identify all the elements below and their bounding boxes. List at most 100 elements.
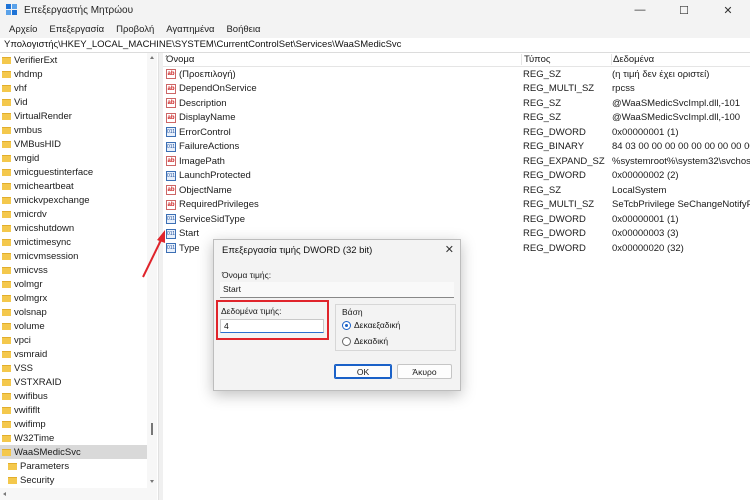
menu-favorites[interactable]: Αγαπημένα: [160, 24, 220, 35]
dialog-close-icon[interactable]: ✕: [445, 243, 454, 256]
address-bar[interactable]: Υπολογιστής\HKEY_LOCAL_MACHINE\SYSTEM\Cu…: [0, 38, 750, 53]
tree-item[interactable]: vwififlt: [0, 403, 147, 417]
scroll-left-icon[interactable]: [3, 492, 6, 496]
tree-item[interactable]: WaaSMedicSvc: [0, 445, 147, 459]
value-name-cell: ab DisplayName: [163, 112, 521, 123]
value-row[interactable]: 011 LaunchProtected REG_DWORD 0x00000002 (2…: [163, 169, 750, 184]
radio-decimal[interactable]: Δεκαδική: [342, 336, 388, 346]
value-row[interactable]: ab Description REG_SZ @WaaSMedicSvcImpl.dll…: [163, 96, 750, 111]
value-data-input[interactable]: [220, 319, 324, 333]
tree-item[interactable]: vpci: [0, 333, 147, 347]
header-name[interactable]: Όνομα: [163, 54, 521, 65]
value-type: REG_DWORD: [523, 242, 586, 254]
tree-item[interactable]: volsnap: [0, 305, 147, 319]
menu-help[interactable]: Βοήθεια: [220, 24, 266, 35]
radio-dec-label: Δεκαδική: [354, 336, 389, 346]
base-label: Βάση: [342, 307, 363, 317]
scroll-down-icon[interactable]: [150, 480, 154, 483]
maximize-button[interactable]: ☐: [662, 0, 706, 20]
value-name-cell: 011 Start: [163, 228, 521, 239]
menu-edit[interactable]: Επεξεργασία: [43, 24, 110, 35]
tree-item[interactable]: vmickvpexchange: [0, 193, 147, 207]
tree-item[interactable]: vmgid: [0, 151, 147, 165]
tree-item[interactable]: vmicvmsession: [0, 249, 147, 263]
radio-selected-icon[interactable]: [342, 320, 351, 330]
radio-hexadecimal[interactable]: Δεκαεξαδική: [342, 320, 400, 330]
value-row[interactable]: ab DisplayName REG_SZ @WaaSMedicSvcImpl.dll…: [163, 111, 750, 126]
value-data: 0x00000003 (3): [612, 228, 679, 240]
folder-icon: [2, 112, 11, 120]
value-row[interactable]: 011 FailureActions REG_BINARY 84 03 00 00 0…: [163, 140, 750, 155]
folder-icon: [2, 294, 11, 302]
tree-item-label: VSTXRAID: [14, 376, 62, 388]
value-name-field: Start: [220, 282, 454, 298]
tree-item[interactable]: Vid: [0, 95, 147, 109]
tree-item-label: vhf: [14, 82, 27, 94]
value-data: SeTcbPrivilege SeChangeNotifyPrivilege: [612, 199, 750, 211]
folder-icon: [2, 56, 11, 64]
value-row[interactable]: ab ObjectName REG_SZ LocalSystem: [163, 183, 750, 198]
tree-item[interactable]: volmgr: [0, 277, 147, 291]
menu-view[interactable]: Προβολή: [110, 24, 160, 35]
string-value-icon: ab: [166, 83, 176, 94]
tree-item[interactable]: VerifierExt: [0, 53, 147, 67]
tree-item[interactable]: vmicvss: [0, 263, 147, 277]
tree-item[interactable]: volmgrx: [0, 291, 147, 305]
tree-item-label: volmgrx: [14, 292, 48, 304]
tree-item[interactable]: W32Time: [0, 431, 147, 445]
tree-child-item[interactable]: Security: [0, 473, 147, 487]
tree-item-label: vmicvss: [14, 264, 48, 276]
scroll-up-icon[interactable]: [150, 56, 154, 59]
ok-button[interactable]: OK: [334, 364, 392, 379]
tree-item[interactable]: volume: [0, 319, 147, 333]
tree-item[interactable]: vmicrdv: [0, 207, 147, 221]
folder-icon: [2, 448, 11, 456]
tree-item[interactable]: VMBusHID: [0, 137, 147, 151]
string-value-icon: ab: [166, 185, 176, 196]
tree-item[interactable]: vhf: [0, 81, 147, 95]
menu-file[interactable]: Αρχείο: [3, 24, 43, 35]
cancel-button[interactable]: Άκυρο: [397, 364, 452, 379]
header-data[interactable]: Δεδομένα: [611, 54, 750, 65]
tree-item[interactable]: vwifibus: [0, 389, 147, 403]
value-row[interactable]: ab (Προεπιλογή) REG_SZ (η τιμή δεν έχει ορι…: [163, 67, 750, 82]
tree-item[interactable]: VSS: [0, 361, 147, 375]
tree-item[interactable]: vsmraid: [0, 347, 147, 361]
edit-dword-dialog: Επεξεργασία τιμής DWORD (32 bit) ✕ Όνομα…: [213, 239, 461, 391]
value-row[interactable]: 011 ServiceSidType REG_DWORD 0x00000001 (1): [163, 212, 750, 227]
tree-item-label: volsnap: [14, 306, 47, 318]
tree-item[interactable]: vmbus: [0, 123, 147, 137]
tree-item-label: vhdmp: [14, 68, 43, 80]
value-row[interactable]: ab RequiredPrivileges REG_MULTI_SZ SeTcbPri…: [163, 198, 750, 213]
tree-item[interactable]: vhdmp: [0, 67, 147, 81]
tree-horizontal-scrollbar[interactable]: [0, 488, 157, 500]
value-row[interactable]: 011 ErrorControl REG_DWORD 0x00000001 (1): [163, 125, 750, 140]
folder-icon: [2, 210, 11, 218]
tree-item[interactable]: vmicguestinterface: [0, 165, 147, 179]
value-name-cell: 011 ServiceSidType: [163, 214, 521, 225]
folder-icon: [2, 434, 11, 442]
value-row[interactable]: ab ImagePath REG_EXPAND_SZ %systemroot%\sys…: [163, 154, 750, 169]
value-type: REG_SZ: [523, 184, 562, 196]
tree-item[interactable]: VSTXRAID: [0, 375, 147, 389]
tree-item[interactable]: VirtualRender: [0, 109, 147, 123]
scroll-thumb[interactable]: [151, 423, 153, 435]
tree-item[interactable]: vwifimp: [0, 417, 147, 431]
radio-unselected-icon[interactable]: [342, 336, 351, 346]
tree-item[interactable]: vmicheartbeat: [0, 179, 147, 193]
radio-hex-label: Δεκαεξαδική: [354, 320, 401, 330]
tree-item[interactable]: vmictimesync: [0, 235, 147, 249]
key-tree[interactable]: VerifierExt vhdmp vhf Vid VirtualRender vmbus…: [0, 53, 147, 488]
tree-item-label: vsmraid: [14, 348, 48, 360]
value-row[interactable]: ab DependOnService REG_MULTI_SZ rpcss: [163, 82, 750, 97]
close-button[interactable]: ✕: [706, 0, 750, 20]
header-type[interactable]: Τύπος: [521, 54, 611, 65]
tree-item-label: vmicheartbeat: [14, 180, 74, 192]
tree-item[interactable]: vmicshutdown: [0, 221, 147, 235]
minimize-button[interactable]: —: [618, 0, 662, 20]
tree-item-label: W32Time: [14, 432, 55, 444]
tree-child-item[interactable]: Parameters: [0, 459, 147, 473]
folder-icon: [2, 378, 11, 386]
value-name: FailureActions: [179, 141, 240, 153]
value-name: DisplayName: [179, 112, 236, 124]
